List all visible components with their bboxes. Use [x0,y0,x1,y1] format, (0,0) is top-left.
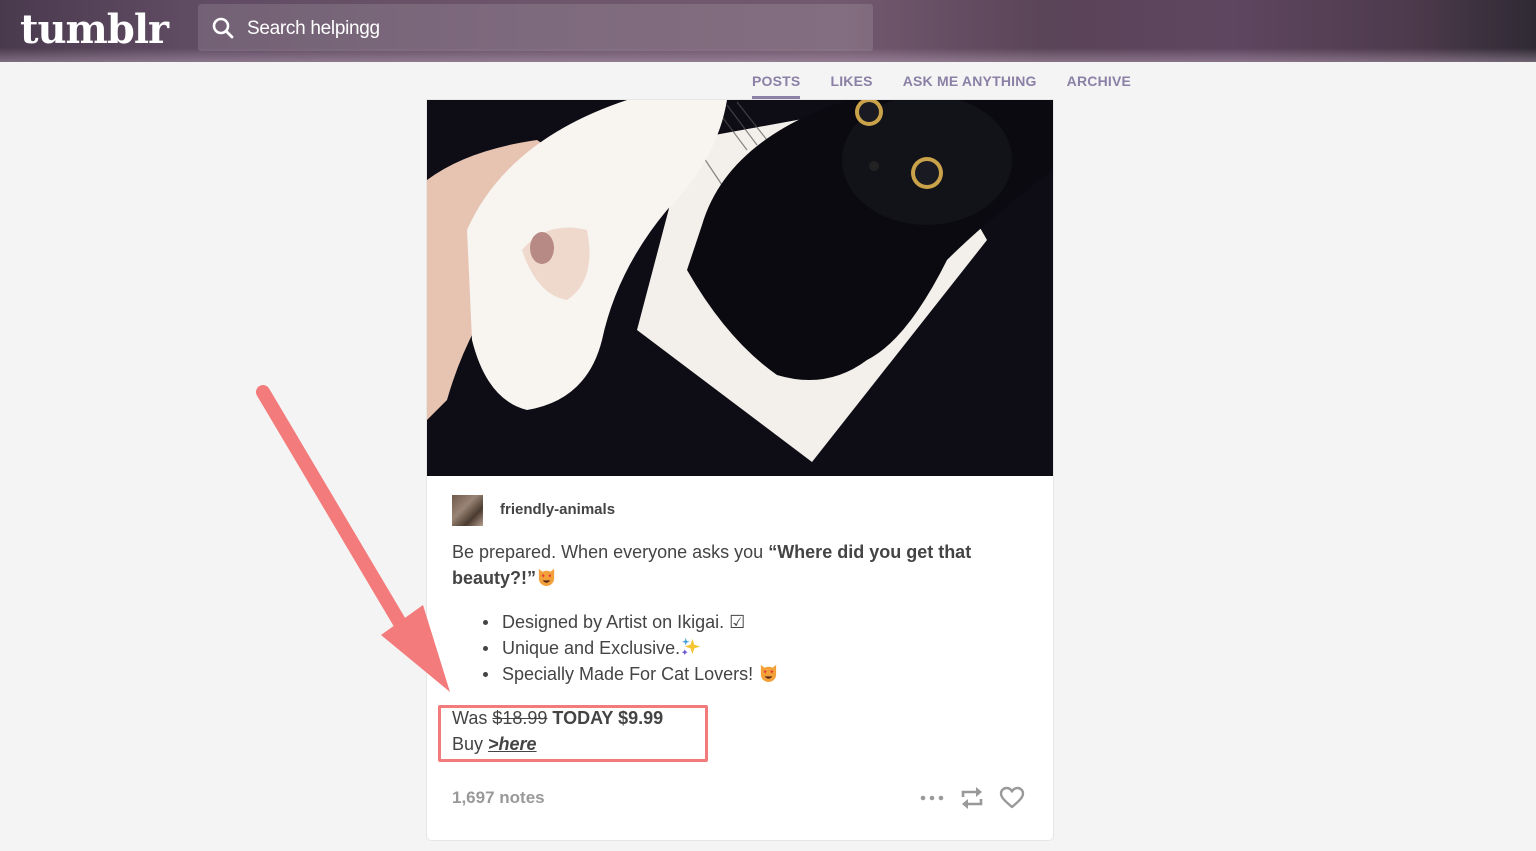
heart-eyes-cat-icon [538,568,555,587]
blog-name-link[interactable]: friendly-animals [500,501,615,518]
list-item-text: Unique and Exclusive. [502,638,681,658]
post-actions [919,786,1025,810]
annotation-highlight-box [438,705,708,762]
caption-intro: Be prepared. When everyone asks you [452,542,769,562]
reblog-button[interactable] [959,786,985,810]
checkbox-icon: ☑ [729,612,746,632]
tab-likes[interactable]: LIKES [830,73,872,99]
blog-nav: POSTS LIKES ASK ME ANYTHING ARCHIVE [752,73,1161,99]
more-icon [920,795,944,801]
reblog-icon [961,787,983,809]
list-item-text: Designed by Artist on Ikigai. [502,612,730,632]
list-item: Designed by Artist on Ikigai. ☑ [482,609,779,635]
blog-avatar[interactable] [452,495,483,526]
top-bar: tumblr Search helpingg [0,0,1536,62]
post-photo-illustration [427,100,1053,476]
tab-archive[interactable]: ARCHIVE [1067,73,1131,99]
tumblr-logo[interactable]: tumblr [20,6,169,53]
list-item-text: Specially Made For Cat Lovers! [502,664,759,684]
more-options-button[interactable] [919,786,945,810]
search-input[interactable]: Search helpingg [198,4,873,51]
post-caption: Be prepared. When everyone asks you “Whe… [452,539,1032,591]
heart-eyes-cat-icon [760,664,777,683]
feature-list: Designed by Artist on Ikigai. ☑ Unique a… [482,609,779,687]
notes-count[interactable]: 1,697 notes [452,788,545,808]
list-item: Specially Made For Cat Lovers! [482,661,779,687]
heart-icon [999,786,1025,809]
list-item: Unique and Exclusive. [482,635,779,661]
like-button[interactable] [999,786,1025,810]
search-placeholder: Search helpingg [247,18,380,39]
tab-posts[interactable]: POSTS [752,73,801,99]
sparkles-icon [682,637,701,656]
search-icon [212,17,234,39]
tab-ask-me-anything[interactable]: ASK ME ANYTHING [903,73,1037,99]
post-photo[interactable] [427,100,1053,476]
